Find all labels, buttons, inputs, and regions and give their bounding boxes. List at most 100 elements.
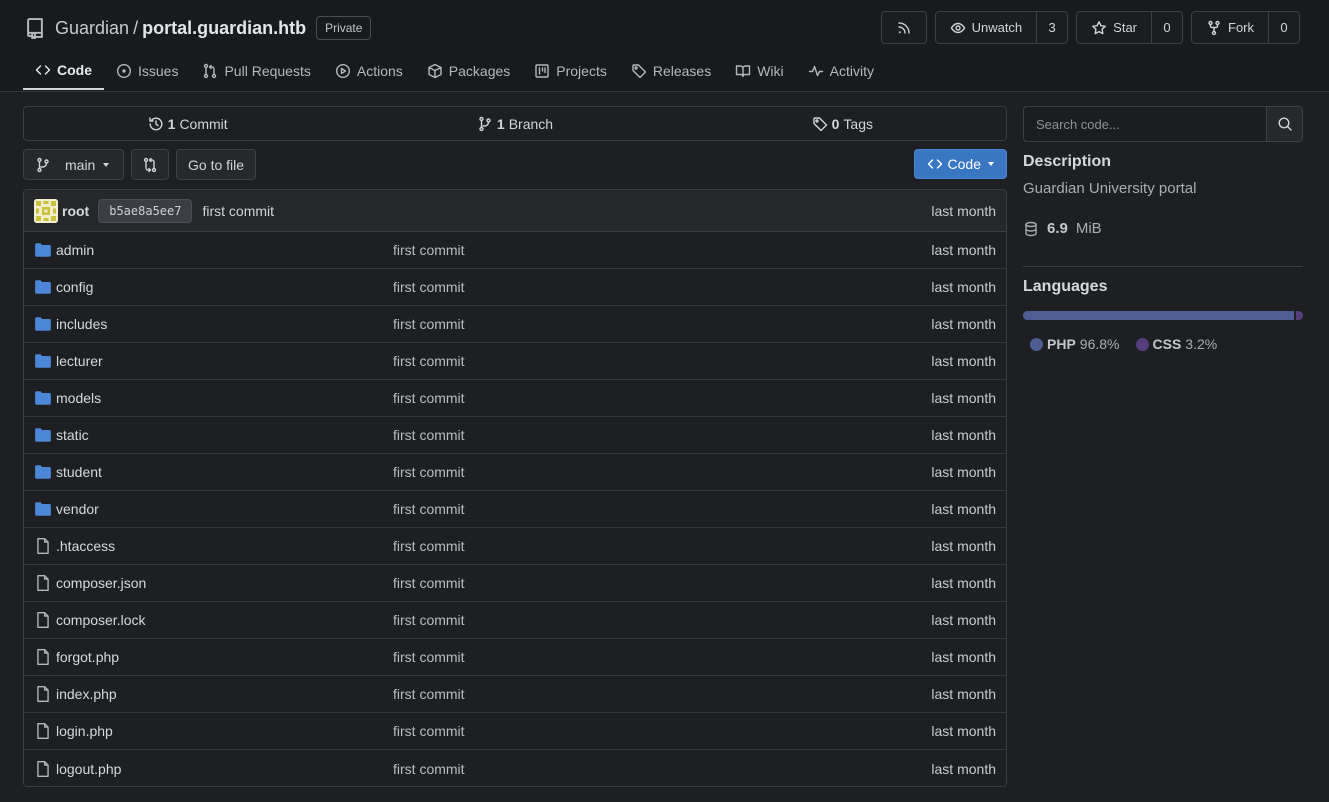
- file-icon: [37, 575, 49, 591]
- file-commit-time: last month: [931, 353, 996, 369]
- file-name-link[interactable]: index.php: [56, 686, 393, 702]
- unwatch-button[interactable]: Unwatch: [936, 12, 1038, 43]
- file-name-link[interactable]: .htaccess: [56, 538, 393, 554]
- commit-author[interactable]: root: [62, 203, 89, 219]
- language-legend: PHP 96.8% CSS 3.2%: [1030, 336, 1217, 352]
- file-name-link[interactable]: student: [56, 464, 393, 480]
- tab-actions[interactable]: Actions: [323, 52, 415, 90]
- file-icon: [37, 723, 49, 739]
- language-bar-segment: [1023, 311, 1295, 320]
- rss-feed-button[interactable]: [880, 11, 927, 44]
- file-name-link[interactable]: lecturer: [56, 353, 393, 369]
- clone-code-button[interactable]: Code: [913, 149, 1007, 179]
- file-name-link[interactable]: includes: [56, 316, 393, 332]
- file-commit-time: last month: [931, 538, 996, 554]
- tab-pull-requests[interactable]: Pull Requests: [190, 52, 322, 90]
- language-item[interactable]: CSS 3.2%: [1135, 336, 1217, 352]
- tags-label: Tags: [843, 115, 873, 132]
- file-row: static first commit last month: [24, 417, 1006, 454]
- star-label: Star: [1113, 20, 1137, 35]
- file-row: composer.json first commit last month: [24, 565, 1006, 602]
- search-button[interactable]: [1266, 106, 1303, 142]
- history-icon: [148, 116, 163, 130]
- file-commit-time: last month: [931, 316, 996, 332]
- tag-icon: [632, 64, 647, 79]
- tab-pull-requests-label: Pull Requests: [224, 63, 311, 79]
- tab-wiki[interactable]: Wiki: [723, 52, 795, 90]
- commit-sha[interactable]: b5ae8a5ee7: [98, 198, 193, 223]
- file-row: logout.php first commit last month: [24, 750, 1006, 786]
- file-name-link[interactable]: static: [56, 427, 393, 443]
- clone-code-label: Code: [947, 156, 981, 172]
- fork-button[interactable]: Fork: [1192, 12, 1269, 43]
- file-commit-message[interactable]: first commit: [393, 427, 465, 443]
- compare-button[interactable]: [131, 149, 169, 180]
- commit-message[interactable]: first commit: [202, 203, 274, 219]
- star-button[interactable]: Star: [1077, 12, 1152, 43]
- tab-packages[interactable]: Packages: [415, 52, 522, 90]
- tab-issues[interactable]: Issues: [104, 52, 190, 90]
- star-button-group: Star 0: [1076, 11, 1183, 44]
- book-icon: [736, 65, 751, 78]
- file-commit-message[interactable]: first commit: [393, 649, 465, 665]
- repo-name-link[interactable]: portal.guardian.htb: [142, 18, 306, 39]
- folder-icon: [35, 502, 51, 516]
- language-color-dot: [1030, 337, 1043, 351]
- language-name: PHP: [1047, 336, 1076, 352]
- file-commit-message[interactable]: first commit: [393, 612, 465, 628]
- search-input[interactable]: [1023, 106, 1266, 142]
- file-name-link[interactable]: config: [56, 279, 393, 295]
- file-commit-message[interactable]: first commit: [393, 242, 465, 258]
- avatar[interactable]: [34, 198, 58, 223]
- branch-selector[interactable]: main: [23, 149, 124, 180]
- file-commit-message[interactable]: first commit: [393, 464, 465, 480]
- file-icon: [37, 612, 49, 628]
- repo-owner-link[interactable]: Guardian: [55, 18, 129, 39]
- visibility-badge: Private: [316, 16, 372, 40]
- file-name-link[interactable]: forgot.php: [56, 649, 393, 665]
- tab-activity[interactable]: Activity: [796, 52, 886, 90]
- file-name-link[interactable]: composer.json: [56, 575, 393, 591]
- tags-link[interactable]: 0 Tags: [679, 107, 1006, 140]
- branch-toolbar: main Go to file Code: [23, 149, 1007, 180]
- file-commit-message[interactable]: first commit: [393, 390, 465, 406]
- rss-icon: [897, 21, 910, 34]
- file-commit-message[interactable]: first commit: [393, 538, 465, 554]
- file-commit-message[interactable]: first commit: [393, 723, 465, 739]
- file-commit-message[interactable]: first commit: [393, 279, 465, 295]
- language-item[interactable]: PHP 96.8%: [1030, 336, 1120, 352]
- file-commit-message[interactable]: first commit: [393, 501, 465, 517]
- file-name-link[interactable]: logout.php: [56, 761, 393, 777]
- language-bar: [1023, 311, 1303, 320]
- file-row: includes first commit last month: [24, 306, 1006, 343]
- file-commit-message[interactable]: first commit: [393, 316, 465, 332]
- tab-issues-label: Issues: [138, 63, 179, 79]
- fork-button-group: Fork 0: [1191, 11, 1300, 44]
- tab-projects[interactable]: Projects: [522, 52, 619, 90]
- file-row: admin first commit last month: [24, 232, 1006, 269]
- file-commit-message[interactable]: first commit: [393, 575, 465, 591]
- issue-icon: [116, 63, 132, 79]
- file-name-link[interactable]: models: [56, 390, 393, 406]
- file-commit-message[interactable]: first commit: [393, 353, 465, 369]
- language-bar-segment: [1294, 311, 1303, 320]
- file-name-link[interactable]: vendor: [56, 501, 393, 517]
- file-name-link[interactable]: login.php: [56, 723, 393, 739]
- tab-releases[interactable]: Releases: [619, 52, 723, 90]
- file-commit-message[interactable]: first commit: [393, 761, 465, 777]
- tab-code[interactable]: Code: [23, 52, 104, 90]
- branches-link[interactable]: 1 Branch: [351, 107, 678, 140]
- code-search: [1023, 106, 1303, 142]
- file-commit-time: last month: [931, 760, 996, 777]
- file-commit-message[interactable]: first commit: [393, 686, 465, 702]
- file-row: models first commit last month: [24, 380, 1006, 417]
- commits-link[interactable]: 1 Commit: [24, 107, 351, 140]
- file-name-link[interactable]: admin: [56, 242, 393, 258]
- watchers-count[interactable]: 3: [1037, 12, 1067, 43]
- package-icon: [428, 63, 442, 79]
- forks-count[interactable]: 0: [1269, 12, 1299, 43]
- file-name-link[interactable]: composer.lock: [56, 612, 393, 628]
- go-to-file-button[interactable]: Go to file: [176, 149, 257, 180]
- unwatch-label: Unwatch: [971, 20, 1023, 35]
- stars-count[interactable]: 0: [1152, 12, 1182, 43]
